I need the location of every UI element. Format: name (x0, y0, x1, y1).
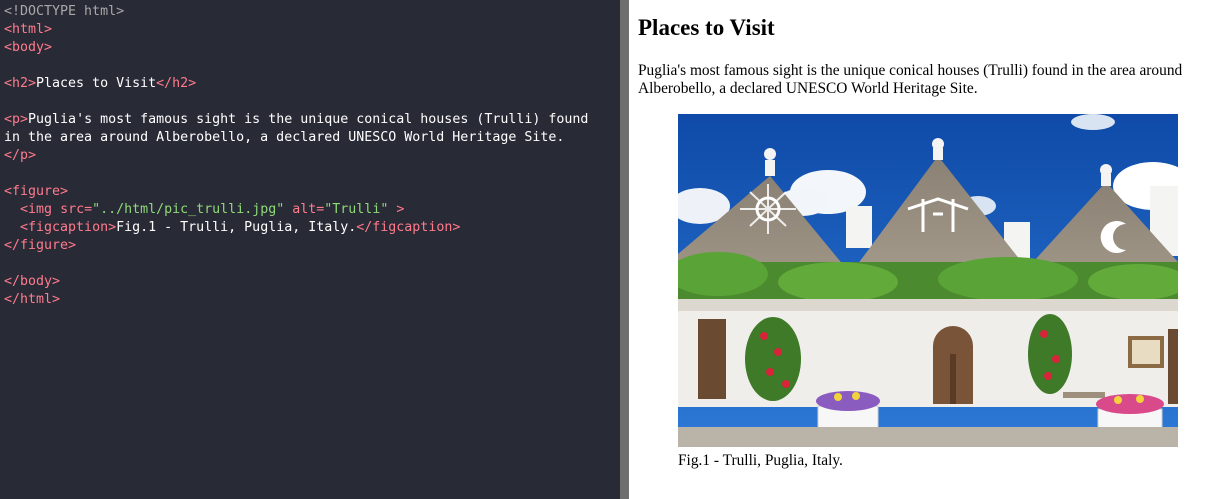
figure-caption: Fig.1 - Trulli, Puglia, Italy. (678, 452, 843, 469)
code-line[interactable]: </figure> (4, 237, 588, 255)
code-token: alt= (292, 202, 325, 217)
code-token: <p> (4, 112, 29, 127)
code-line[interactable]: <body> (4, 39, 588, 57)
code-token: <img (20, 202, 53, 217)
code-token: "../html/pic_trulli.jpg" (92, 202, 285, 217)
code-token: </figure> (4, 238, 77, 253)
code-token: <html> (4, 22, 53, 37)
code-token: <!DOCTYPE html> (4, 4, 125, 19)
code-editor[interactable]: <!DOCTYPE html> <html> <body> <h2>Places t… (0, 0, 620, 499)
result-pane: Places to Visit Puglia's most famous sig… (629, 0, 1229, 499)
code-line[interactable]: </p> (4, 147, 588, 165)
code-token: > (396, 202, 405, 217)
code-line[interactable]: <figcaption>Fig.1 - Trulli, Puglia, Ital… (4, 219, 588, 237)
code-line[interactable] (4, 57, 588, 75)
trulli-photo (678, 114, 1178, 447)
code-line[interactable]: <html> (4, 21, 588, 39)
code-token: </html> (4, 292, 61, 307)
code-token: Fig.1 - Trulli, Puglia, Italy. (116, 220, 357, 235)
code-token: <h2> (4, 76, 37, 91)
pane-divider[interactable] (620, 0, 629, 499)
code-line[interactable]: <figure> (4, 183, 588, 201)
code-token: <figcaption> (20, 220, 117, 235)
code-token: </figcaption> (356, 220, 461, 235)
code-token: <body> (4, 40, 53, 55)
code-token: Puglia's most famous sight is the unique… (28, 112, 589, 127)
code-token: in the area around Alberobello, a declar… (4, 130, 565, 145)
code-token: Places to Visit (36, 76, 157, 91)
code-token: </body> (4, 274, 61, 289)
code-line[interactable] (4, 93, 588, 111)
code-line[interactable]: </html> (4, 291, 588, 309)
code-line[interactable]: </body> (4, 273, 588, 291)
code-line[interactable]: <p>Puglia's most famous sight is the uni… (4, 111, 588, 129)
code-line[interactable]: in the area around Alberobello, a declar… (4, 129, 588, 147)
code-area[interactable]: <!DOCTYPE html> <html> <body> <h2>Places t… (4, 3, 588, 309)
page-heading: Places to Visit (638, 15, 775, 40)
code-line[interactable] (4, 255, 588, 273)
figure: Fig.1 - Trulli, Puglia, Italy. (678, 114, 1178, 469)
code-line[interactable]: <!DOCTYPE html> (4, 3, 588, 21)
code-line[interactable]: <h2>Places to Visit</h2> (4, 75, 588, 93)
code-line[interactable] (4, 165, 588, 183)
code-token: </p> (4, 148, 37, 163)
code-token: <figure> (4, 184, 69, 199)
code-line[interactable]: <img src="../html/pic_trulli.jpg" alt="T… (4, 201, 588, 219)
intro-paragraph: Puglia's most famous sight is the unique… (638, 62, 1183, 97)
code-token: src= (60, 202, 93, 217)
code-token: </h2> (156, 76, 197, 91)
code-token: "Trulli" (324, 202, 389, 217)
